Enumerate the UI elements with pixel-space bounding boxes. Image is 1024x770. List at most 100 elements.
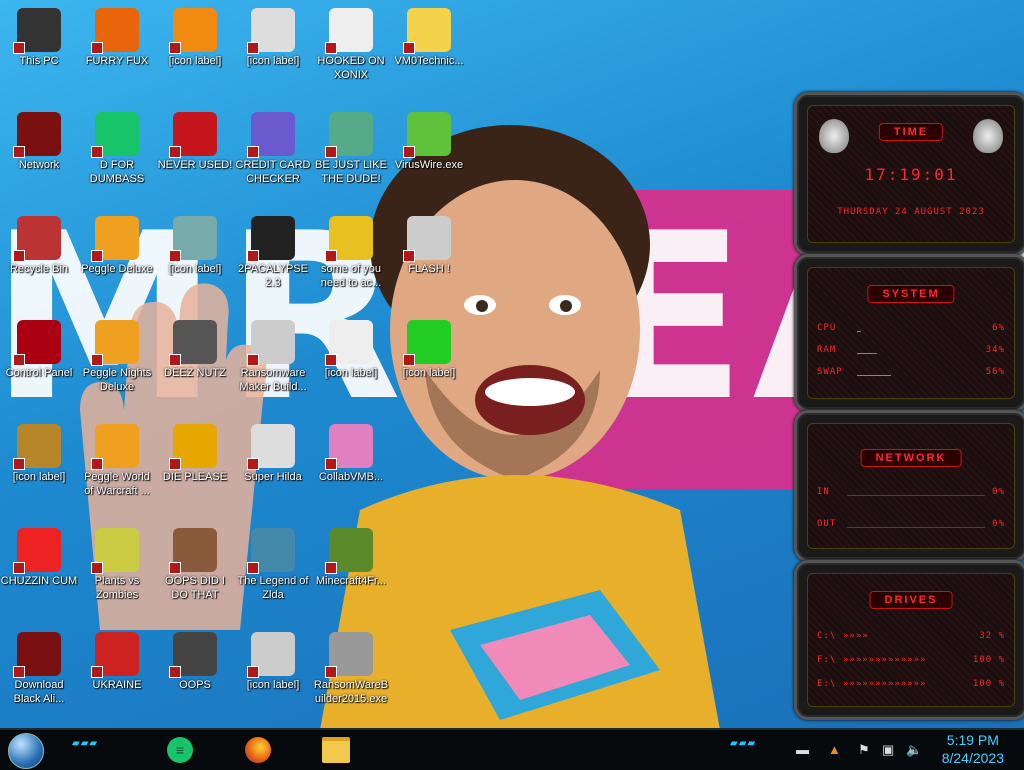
desktop-icon[interactable]: Peggle Nights Deluxe	[78, 314, 156, 394]
desktop-icon-label: VirusWire.exe	[394, 159, 464, 171]
desktop-icon[interactable]: Download Black Ali...	[0, 626, 78, 706]
ram-value: 34%	[985, 345, 1005, 355]
desktop-icon[interactable]: FLASH !	[390, 210, 468, 276]
desktop-icon-label: some of you need to ac...	[320, 263, 382, 289]
net-out-value: 0%	[992, 519, 1005, 529]
desktop-icon[interactable]: Ransomware Maker Build...	[234, 314, 312, 394]
file-explorer-taskbar-button[interactable]	[320, 734, 352, 766]
desktop-icon[interactable]: DIE PLEASE	[156, 418, 234, 484]
chat-app-taskbar-button[interactable]: ≡	[164, 734, 196, 766]
desktop-icon[interactable]: OOPS DID I DO THAT	[156, 522, 234, 602]
net-in-graph	[847, 495, 985, 496]
taskbar-decoration-icon: ▰▰▰	[72, 738, 99, 749]
desktop-icon-label: CollabVMB...	[318, 471, 384, 483]
taskbar-clock[interactable]: 5:19 PM 8/24/2023	[942, 731, 1004, 767]
cpu-label: CPU	[817, 323, 837, 333]
desktop-icon-label: OOPS DID I DO THAT	[165, 575, 225, 601]
network-widget-title: NETWORK	[860, 449, 962, 467]
desktop-icon[interactable]: [icon label]	[156, 2, 234, 68]
monitor-pink-icon	[325, 424, 373, 470]
desktop-icon[interactable]: [icon label]	[156, 210, 234, 276]
desktop-icon[interactable]: FURRY FUX	[78, 2, 156, 68]
desktop-icon[interactable]: CHUZZIN CUM	[0, 522, 78, 588]
desktop-icon[interactable]: [icon label]	[312, 314, 390, 380]
desktop-icon-label: Peggle Nights Deluxe	[82, 367, 152, 393]
pixel-art-icon	[247, 424, 295, 470]
swap-bar	[857, 375, 891, 376]
desktop-icon[interactable]: [icon label]	[234, 2, 312, 68]
desktop-icon[interactable]: VM0Technic...	[390, 2, 468, 68]
desktop-icon[interactable]: Plants vs Zombies	[78, 522, 156, 602]
desktop-icon[interactable]: CollabVMB...	[312, 418, 390, 484]
drive-c-label: C:\	[817, 631, 837, 641]
start-button[interactable]	[8, 733, 44, 769]
desktop-icon[interactable]: UKRAINE	[78, 626, 156, 692]
desktop-icon[interactable]: Peggle Deluxe	[78, 210, 156, 276]
desktop-icon-label: Network	[18, 159, 60, 171]
volume-icon[interactable]: 🔈	[906, 742, 922, 758]
ram-label: RAM	[817, 345, 837, 355]
desktop-icon[interactable]: [icon label]	[234, 626, 312, 692]
net-out-label: OUT	[817, 519, 837, 529]
desktop-icon[interactable]: OOPS	[156, 626, 234, 692]
desktop-icon[interactable]: [icon label]	[0, 418, 78, 484]
desktop-icon[interactable]: Recycle Bin	[0, 210, 78, 276]
chuzzle-icon	[13, 528, 61, 574]
cartoon-icon	[403, 8, 451, 54]
desktop-icon[interactable]: CREDIT CARD CHECKER	[234, 106, 312, 186]
time-widget-title: TIME	[878, 123, 944, 141]
desktop-icon-label: The Legend of Zlda	[237, 575, 309, 601]
drive-c-row: C:\»»»» 32 %	[817, 631, 1005, 641]
desktop-icon[interactable]: The Legend of Zlda	[234, 522, 312, 602]
desktop-icon-label: 2PACALYPSE 2.3	[238, 263, 308, 289]
desktop-icon-label: Plants vs Zombies	[94, 575, 140, 601]
desktop-icon[interactable]: HOOKED ON XONIX	[312, 2, 390, 82]
desktop-icon-label: OOPS	[179, 679, 211, 691]
desktop-icon[interactable]: VirusWire.exe	[390, 106, 468, 172]
desktop-icon-label: [icon label]	[168, 55, 222, 67]
action-center-flag-icon[interactable]: ⚑	[858, 742, 870, 758]
taskbar: ▰▰▰ ≡ ▰▰▰ ▬ ▲ ⚑ ▣ 🔈 5:19 PM 8/24/2023	[0, 728, 1024, 770]
file-explorer-icon	[322, 737, 350, 763]
desktop-icon[interactable]: Network	[0, 106, 78, 172]
computer-icon	[13, 8, 61, 54]
tray-app-icon[interactable]: ▲	[828, 742, 841, 757]
chat-app-icon: ≡	[167, 737, 193, 763]
desktop-icon[interactable]: DEEZ NUTZ	[156, 314, 234, 380]
desktop-icon[interactable]: RansomWareBuilder2015.exe	[312, 626, 390, 706]
desktop-icon[interactable]: Control Panel	[0, 314, 78, 380]
de-icon	[169, 424, 217, 470]
desktop-icon[interactable]: This PC	[0, 2, 78, 68]
firefox-taskbar-button[interactable]	[242, 734, 274, 766]
desktop-icon-label: FLASH !	[408, 263, 450, 275]
peggle-icon	[91, 424, 139, 470]
desktop-icon-label: Minecraft4Fr...	[315, 575, 387, 587]
skull-icon	[325, 632, 373, 678]
money-bag-icon	[13, 424, 61, 470]
desktop-icon[interactable]: some of you need to ac...	[312, 210, 390, 290]
desktop-icon[interactable]: BE JUST LIKE THE DUDE!	[312, 106, 390, 186]
desktop-icon-label: HOOKED ON XONIX	[317, 55, 385, 81]
desktop-icon-label: [icon label]	[246, 55, 300, 67]
drive-f-row: F:\»»»»»»»»»»»»» 100 %	[817, 655, 1005, 665]
desktop-icon[interactable]: Minecraft4Fr...	[312, 522, 390, 588]
desktop-icon[interactable]: 2PACALYPSE 2.3	[234, 210, 312, 290]
peggle-icon	[91, 216, 139, 262]
ram-row: RAM 34%	[817, 345, 1005, 355]
checkmark-icon	[403, 320, 451, 366]
network-tray-icon[interactable]: ▣	[882, 742, 894, 758]
swap-label: SWAP	[817, 367, 843, 377]
drive-f-value: 100 %	[972, 655, 1005, 665]
net-in-value: 0%	[992, 487, 1005, 497]
desktop-icon-label: [icon label]	[246, 679, 300, 691]
desktop-icon[interactable]: [icon label]	[390, 314, 468, 380]
desktop-icon[interactable]: NEVER USED!	[156, 106, 234, 172]
desktop-icon[interactable]: Peggle World of Warcraft ...	[78, 418, 156, 498]
desktop-icon-label: BE JUST LIKE THE DUDE!	[315, 159, 387, 185]
desktop-icon[interactable]: D FOR DUMBASS	[78, 106, 156, 186]
desktop-icon[interactable]: Super Hilda	[234, 418, 312, 484]
tray-overflow-icon[interactable]: ▬	[796, 742, 809, 757]
flash-icon	[403, 216, 451, 262]
recycle-bin-icon	[13, 216, 61, 262]
desktop-icon-label: Peggle World of Warcraft ...	[84, 471, 150, 497]
